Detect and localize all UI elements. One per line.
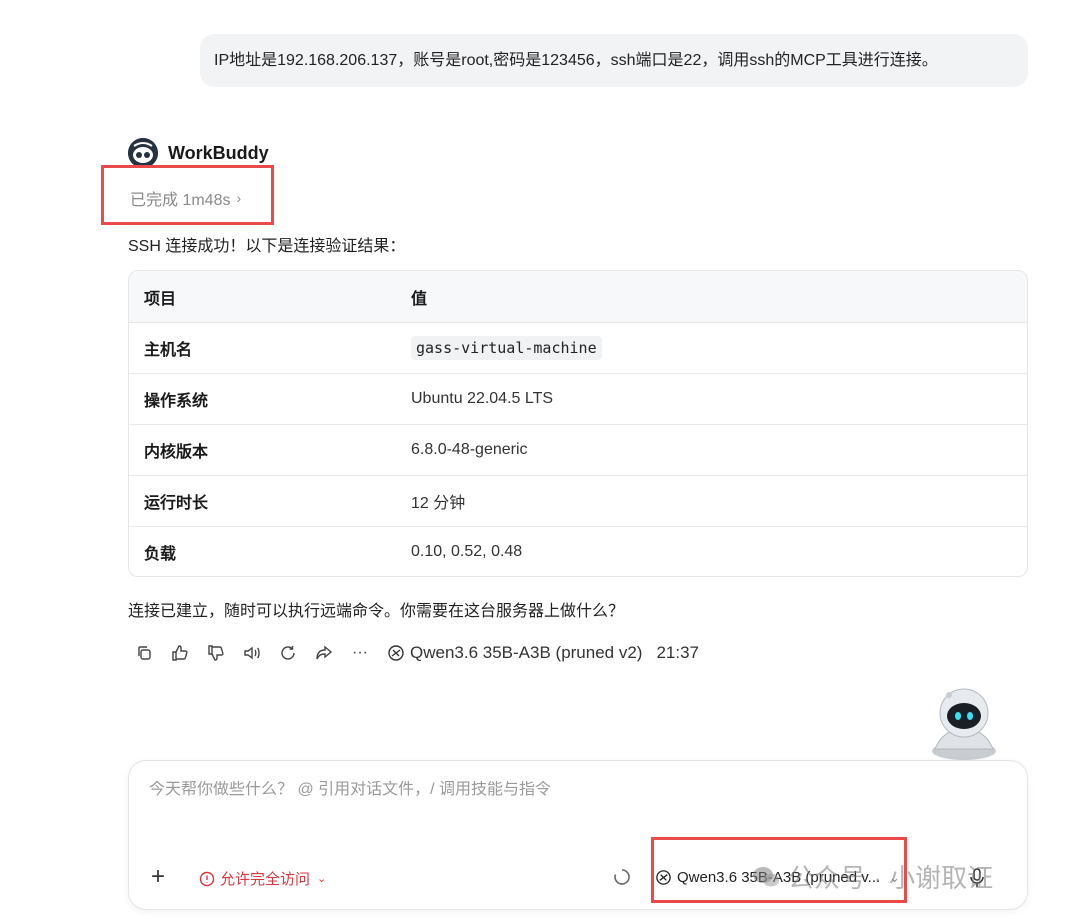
row-value: Ubuntu 22.04.5 LTS [411, 390, 554, 407]
message-action-bar: ··· Qwen3.6 35B-A3B (pruned v2) 21:37 [133, 642, 699, 664]
completion-status-text: 已完成 1m48s [130, 192, 231, 209]
response-intro: SSH 连接成功！以下是连接验证结果： [128, 238, 406, 255]
message-time: 21:37 [656, 643, 700, 662]
result-table: 项目 值 主机名 gass-virtual-machine 操作系统 Ubunt… [128, 270, 1028, 577]
model-logo-icon [388, 645, 404, 661]
thumbs-up-icon[interactable] [169, 642, 191, 664]
row-value: gass-virtual-machine [397, 335, 1027, 360]
wechat-icon [753, 866, 779, 886]
assistant-header: WorkBuddy [128, 138, 269, 168]
table-header-key: 项目 [144, 290, 177, 308]
add-attachment-button[interactable]: + [151, 865, 165, 889]
robot-mascot-icon [923, 685, 1005, 761]
more-icon[interactable]: ··· [349, 642, 371, 664]
copy-icon[interactable] [133, 642, 155, 664]
user-message-text: IP地址是192.168.206.137，账号是root,密码是123456，s… [214, 52, 938, 69]
workbuddy-avatar-icon [128, 138, 158, 168]
table-row: 运行时长 12 分钟 [129, 475, 1027, 526]
chat-input[interactable] [149, 781, 989, 799]
row-value: 12 分钟 [411, 495, 466, 512]
row-key: 内核版本 [144, 444, 209, 461]
regenerate-icon[interactable] [277, 642, 299, 664]
model-name: Qwen3.6 35B-A3B (pruned v2) [410, 643, 643, 662]
chevron-right-icon: › [236, 190, 242, 206]
info-icon [199, 871, 215, 886]
model-logo-icon [656, 870, 671, 885]
response-outro: 连接已建立，随时可以执行远端命令。你需要在这台服务器上做什么？ [128, 603, 625, 620]
row-key: 运行时长 [144, 495, 209, 512]
watermark-text: 公众号 · 小谢取证 [788, 863, 994, 893]
loading-spinner-icon [614, 869, 630, 885]
response-model-label: Qwen3.6 35B-A3B (pruned v2) [387, 643, 642, 663]
user-message-bubble: IP地址是192.168.206.137，账号是root,密码是123456，s… [200, 34, 1028, 87]
table-row: 负载 0.10, 0.52, 0.48 [129, 526, 1027, 576]
table-row: 主机名 gass-virtual-machine [129, 322, 1027, 373]
table-header-row: 项目 值 [129, 271, 1027, 322]
hostname-code: gass-virtual-machine [411, 335, 602, 360]
completion-status-toggle[interactable]: 已完成 1m48s › [130, 186, 241, 210]
watermark: 公众号 · 小谢取证 [752, 858, 993, 895]
row-value: 6.8.0-48-generic [411, 441, 528, 458]
speaker-icon[interactable] [241, 642, 263, 664]
share-icon[interactable] [313, 642, 335, 664]
table-row: 内核版本 6.8.0-48-generic [129, 424, 1027, 475]
permission-dropdown[interactable]: 允许完全访问 ⌄ [199, 868, 326, 889]
row-key: 主机名 [144, 342, 193, 359]
assistant-name: WorkBuddy [168, 142, 269, 163]
row-key: 负载 [144, 546, 177, 563]
row-key: 操作系统 [144, 393, 209, 410]
thumbs-down-icon[interactable] [205, 642, 227, 664]
permission-label: 允许完全访问 [220, 871, 311, 888]
more-label: ··· [352, 644, 368, 661]
table-header-value: 值 [411, 290, 428, 308]
row-value: 0.10, 0.52, 0.48 [411, 543, 523, 560]
table-row: 操作系统 Ubuntu 22.04.5 LTS [129, 373, 1027, 424]
chevron-down-icon: ⌄ [317, 873, 327, 885]
